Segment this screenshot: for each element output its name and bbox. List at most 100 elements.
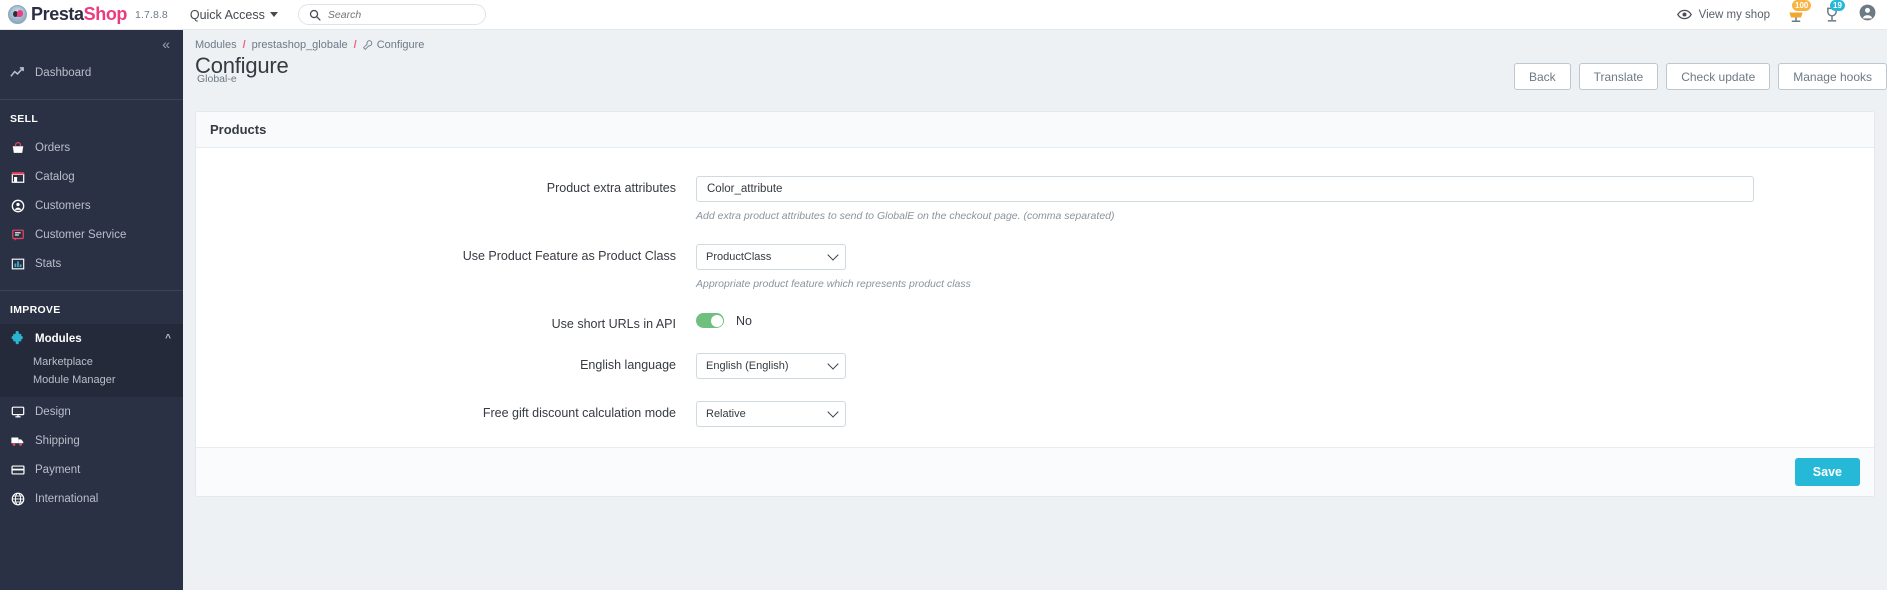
- view-my-shop-label: View my shop: [1698, 8, 1770, 21]
- sidebar-item-customer-service-label: Customer Service: [35, 228, 127, 241]
- panel-body: Product extra attributes Add extra produ…: [196, 148, 1874, 447]
- back-button[interactable]: Back: [1513, 63, 1571, 90]
- prestashop-logo-icon: [8, 5, 27, 24]
- shipping-icon: [10, 433, 25, 448]
- search-icon: [309, 9, 321, 21]
- sidebar-item-international-label: International: [35, 492, 99, 505]
- orders-notifications-button[interactable]: 19: [1822, 0, 1845, 25]
- sidebar-collapse-button[interactable]: «: [162, 36, 170, 52]
- breadcrumb-separator-1: /: [242, 39, 246, 51]
- chevron-down-icon: [269, 12, 278, 17]
- quick-access-label: Quick Access: [189, 7, 265, 22]
- product-class-label: Use Product Feature as Product Class: [462, 249, 676, 263]
- free-gift-mode-select[interactable]: Relative: [696, 401, 846, 427]
- sidebar-item-catalog-label: Catalog: [35, 170, 75, 183]
- customers-icon: [10, 198, 25, 213]
- version-label: 1.7.8.8: [135, 8, 168, 21]
- catalog-icon: [10, 169, 25, 184]
- dashboard-icon: [10, 65, 25, 80]
- page-header: Configure Global-e Back Translate Check …: [183, 51, 1887, 103]
- international-icon: [10, 491, 25, 506]
- form-row-product-class: Use Product Feature as Product Class Pro…: [196, 244, 1874, 290]
- short-urls-state: No: [736, 313, 752, 328]
- sidebar-item-dashboard[interactable]: Dashboard: [0, 58, 183, 87]
- payment-icon: [10, 462, 25, 477]
- sidebar-item-module-manager[interactable]: Module Manager: [0, 371, 183, 389]
- quick-access-menu[interactable]: Quick Access: [190, 8, 278, 22]
- sidebar-item-shipping[interactable]: Shipping: [0, 426, 183, 455]
- sidebar-item-customer-service[interactable]: Customer Service: [0, 220, 183, 249]
- manage-hooks-button[interactable]: Manage hooks: [1778, 63, 1887, 90]
- prestashop-logo[interactable]: PrestaShop: [0, 4, 127, 25]
- breadcrumb: Modules / prestashop_globale / Configure: [183, 30, 1887, 51]
- sidebar-item-orders[interactable]: Orders: [0, 133, 183, 162]
- sidebar-item-marketplace[interactable]: Marketplace: [0, 353, 183, 371]
- sidebar-item-catalog[interactable]: Catalog: [0, 162, 183, 191]
- form-row-free-gift-mode: Free gift discount calculation mode Rela…: [196, 401, 1874, 427]
- form-row-product-extra-attributes: Product extra attributes Add extra produ…: [196, 176, 1874, 222]
- sidebar-item-design[interactable]: Design: [0, 397, 183, 426]
- sidebar-item-modules-label: Modules: [35, 332, 82, 345]
- orders-badge-count: 19: [1830, 0, 1845, 11]
- save-button[interactable]: Save: [1794, 458, 1860, 486]
- form-row-english-language: English language English (English): [196, 353, 1874, 379]
- sidebar-item-payment[interactable]: Payment: [0, 455, 183, 484]
- breadcrumb-current: Configure: [362, 39, 425, 51]
- sidebar-item-design-label: Design: [35, 405, 71, 418]
- avatar-icon: [1859, 4, 1876, 20]
- sidebar-item-customers-label: Customers: [35, 199, 91, 212]
- products-panel: Products Product extra attributes Add ex…: [195, 111, 1875, 497]
- sidebar-item-stats[interactable]: Stats: [0, 249, 183, 278]
- main-sidebar: « Dashboard SELL Orders Catalog Customer…: [0, 30, 183, 590]
- brand-name-shop: Shop: [83, 4, 128, 24]
- sidebar-item-stats-label: Stats: [35, 257, 62, 270]
- cart-notifications-button[interactable]: 100: [1786, 0, 1812, 25]
- view-my-shop-link[interactable]: View my shop: [1676, 8, 1770, 21]
- short-urls-toggle[interactable]: [696, 313, 724, 328]
- user-account-button[interactable]: [1858, 3, 1877, 27]
- sidebar-item-orders-label: Orders: [35, 141, 71, 154]
- free-gift-mode-label: Free gift discount calculation mode: [482, 406, 676, 420]
- product-class-select[interactable]: ProductClass: [696, 244, 846, 270]
- wrench-icon: [362, 40, 372, 50]
- eye-icon: [1676, 9, 1692, 20]
- product-extra-attributes-help: Add extra product attributes to send to …: [696, 210, 1115, 222]
- stats-icon: [10, 256, 25, 271]
- translate-button[interactable]: Translate: [1578, 63, 1659, 90]
- check-update-button[interactable]: Check update: [1666, 63, 1771, 90]
- sidebar-section-sell: SELL: [10, 113, 39, 125]
- design-icon: [10, 404, 25, 419]
- sidebar-item-shipping-label: Shipping: [35, 434, 80, 447]
- sidebar-modules-submenu: Marketplace Module Manager: [0, 353, 183, 397]
- breadcrumb-item-modules[interactable]: Modules: [195, 39, 237, 51]
- short-urls-label: Use short URLs in API: [551, 317, 676, 331]
- puzzle-icon: [10, 331, 25, 346]
- search-box[interactable]: [297, 4, 486, 25]
- breadcrumb-separator-2: /: [353, 39, 357, 51]
- page-header-actions: Back Translate Check update Manage hooks: [1513, 63, 1887, 90]
- sidebar-item-payment-label: Payment: [35, 463, 81, 476]
- main-content: Modules / prestashop_globale / Configure…: [183, 30, 1887, 590]
- cart-badge-count: 100: [1792, 0, 1812, 11]
- panel-footer: Save: [196, 447, 1874, 496]
- search-input[interactable]: [327, 8, 475, 21]
- form-row-short-urls: Use short URLs in API No: [196, 312, 1874, 331]
- sidebar-item-customers[interactable]: Customers: [0, 191, 183, 220]
- panel-title: Products: [196, 112, 1874, 148]
- brand-name-presta: Presta: [31, 4, 84, 24]
- sidebar-item-modules[interactable]: Modules ^: [0, 324, 183, 353]
- product-extra-attributes-label: Product extra attributes: [546, 181, 676, 195]
- breadcrumb-current-label: Configure: [376, 39, 425, 51]
- sidebar-item-international[interactable]: International: [0, 484, 183, 513]
- breadcrumb-item-module[interactable]: prestashop_globale: [252, 39, 348, 51]
- sidebar-item-dashboard-label: Dashboard: [35, 66, 92, 79]
- basket-icon: [10, 140, 25, 155]
- toggle-knob: [710, 314, 723, 327]
- product-class-help: Appropriate product feature which repres…: [696, 278, 971, 290]
- english-language-label: English language: [580, 358, 676, 372]
- english-language-select[interactable]: English (English): [696, 353, 846, 379]
- customer-service-icon: [10, 227, 25, 242]
- chevron-up-icon: ^: [165, 333, 171, 344]
- product-extra-attributes-input[interactable]: [696, 176, 1754, 202]
- top-header-bar: PrestaShop 1.7.8.8 Quick Access View my …: [0, 0, 1887, 30]
